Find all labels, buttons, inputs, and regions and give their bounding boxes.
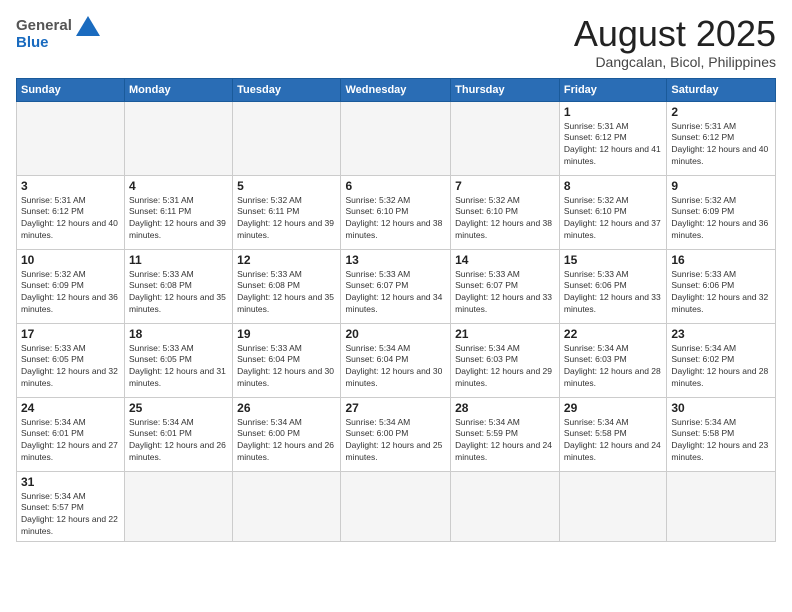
day-18: 18 Sunrise: 5:33 AMSunset: 6:05 PMDaylig… <box>125 323 233 397</box>
day-21: 21 Sunrise: 5:34 AMSunset: 6:03 PMDaylig… <box>451 323 560 397</box>
empty-cell <box>559 471 666 542</box>
empty-cell <box>451 471 560 542</box>
day-9: 9 Sunrise: 5:32 AMSunset: 6:09 PMDayligh… <box>667 175 776 249</box>
day-11: 11 Sunrise: 5:33 AMSunset: 6:08 PMDaylig… <box>125 249 233 323</box>
empty-cell <box>233 471 341 542</box>
day-3: 3 Sunrise: 5:31 AMSunset: 6:12 PMDayligh… <box>17 175 125 249</box>
empty-cell <box>341 471 451 542</box>
logo-area: General Blue <box>16 14 106 56</box>
day-19: 19 Sunrise: 5:33 AMSunset: 6:04 PMDaylig… <box>233 323 341 397</box>
header-thursday: Thursday <box>451 78 560 101</box>
header-monday: Monday <box>125 78 233 101</box>
day-29: 29 Sunrise: 5:34 AMSunset: 5:58 PMDaylig… <box>559 397 666 471</box>
day-15: 15 Sunrise: 5:33 AMSunset: 6:06 PMDaylig… <box>559 249 666 323</box>
day-2: 2 Sunrise: 5:31 AMSunset: 6:12 PMDayligh… <box>667 101 776 175</box>
calendar-table: Sunday Monday Tuesday Wednesday Thursday… <box>16 78 776 543</box>
table-row: 17 Sunrise: 5:33 AMSunset: 6:05 PMDaylig… <box>17 323 776 397</box>
day-23: 23 Sunrise: 5:34 AMSunset: 6:02 PMDaylig… <box>667 323 776 397</box>
day-22: 22 Sunrise: 5:34 AMSunset: 6:03 PMDaylig… <box>559 323 666 397</box>
empty-cell <box>667 471 776 542</box>
calendar-page: General Blue August 2025 Dangcalan, Bico… <box>0 0 792 612</box>
day-20: 20 Sunrise: 5:34 AMSunset: 6:04 PMDaylig… <box>341 323 451 397</box>
day-12: 12 Sunrise: 5:33 AMSunset: 6:08 PMDaylig… <box>233 249 341 323</box>
day-5: 5 Sunrise: 5:32 AMSunset: 6:11 PMDayligh… <box>233 175 341 249</box>
day-17: 17 Sunrise: 5:33 AMSunset: 6:05 PMDaylig… <box>17 323 125 397</box>
day-13: 13 Sunrise: 5:33 AMSunset: 6:07 PMDaylig… <box>341 249 451 323</box>
table-row: 1 Sunrise: 5:31 AMSunset: 6:12 PMDayligh… <box>17 101 776 175</box>
empty-cell <box>125 471 233 542</box>
empty-cell <box>233 101 341 175</box>
header-wednesday: Wednesday <box>341 78 451 101</box>
day-6: 6 Sunrise: 5:32 AMSunset: 6:10 PMDayligh… <box>341 175 451 249</box>
empty-cell <box>451 101 560 175</box>
location-subtitle: Dangcalan, Bicol, Philippines <box>574 54 776 70</box>
logo-svg: General Blue <box>16 14 106 56</box>
header-sunday: Sunday <box>17 78 125 101</box>
day-10: 10 Sunrise: 5:32 AMSunset: 6:09 PMDaylig… <box>17 249 125 323</box>
empty-cell <box>17 101 125 175</box>
day-28: 28 Sunrise: 5:34 AMSunset: 5:59 PMDaylig… <box>451 397 560 471</box>
title-area: August 2025 Dangcalan, Bicol, Philippine… <box>574 14 776 70</box>
day-31: 31 Sunrise: 5:34 AMSunset: 5:57 PMDaylig… <box>17 471 125 542</box>
day-1: 1 Sunrise: 5:31 AMSunset: 6:12 PMDayligh… <box>559 101 666 175</box>
empty-cell <box>341 101 451 175</box>
header-saturday: Saturday <box>667 78 776 101</box>
month-title: August 2025 <box>574 14 776 54</box>
day-4: 4 Sunrise: 5:31 AMSunset: 6:11 PMDayligh… <box>125 175 233 249</box>
day-30: 30 Sunrise: 5:34 AMSunset: 5:58 PMDaylig… <box>667 397 776 471</box>
svg-text:Blue: Blue <box>16 34 49 51</box>
day-27: 27 Sunrise: 5:34 AMSunset: 6:00 PMDaylig… <box>341 397 451 471</box>
day-26: 26 Sunrise: 5:34 AMSunset: 6:00 PMDaylig… <box>233 397 341 471</box>
table-row: 3 Sunrise: 5:31 AMSunset: 6:12 PMDayligh… <box>17 175 776 249</box>
empty-cell <box>125 101 233 175</box>
day-25: 25 Sunrise: 5:34 AMSunset: 6:01 PMDaylig… <box>125 397 233 471</box>
header: General Blue August 2025 Dangcalan, Bico… <box>16 14 776 70</box>
header-friday: Friday <box>559 78 666 101</box>
day-24: 24 Sunrise: 5:34 AMSunset: 6:01 PMDaylig… <box>17 397 125 471</box>
day-16: 16 Sunrise: 5:33 AMSunset: 6:06 PMDaylig… <box>667 249 776 323</box>
table-row: 24 Sunrise: 5:34 AMSunset: 6:01 PMDaylig… <box>17 397 776 471</box>
header-tuesday: Tuesday <box>233 78 341 101</box>
day-7: 7 Sunrise: 5:32 AMSunset: 6:10 PMDayligh… <box>451 175 560 249</box>
table-row: 10 Sunrise: 5:32 AMSunset: 6:09 PMDaylig… <box>17 249 776 323</box>
weekday-header-row: Sunday Monday Tuesday Wednesday Thursday… <box>17 78 776 101</box>
day-14: 14 Sunrise: 5:33 AMSunset: 6:07 PMDaylig… <box>451 249 560 323</box>
day-8: 8 Sunrise: 5:32 AMSunset: 6:10 PMDayligh… <box>559 175 666 249</box>
svg-text:General: General <box>16 17 72 34</box>
table-row: 31 Sunrise: 5:34 AMSunset: 5:57 PMDaylig… <box>17 471 776 542</box>
